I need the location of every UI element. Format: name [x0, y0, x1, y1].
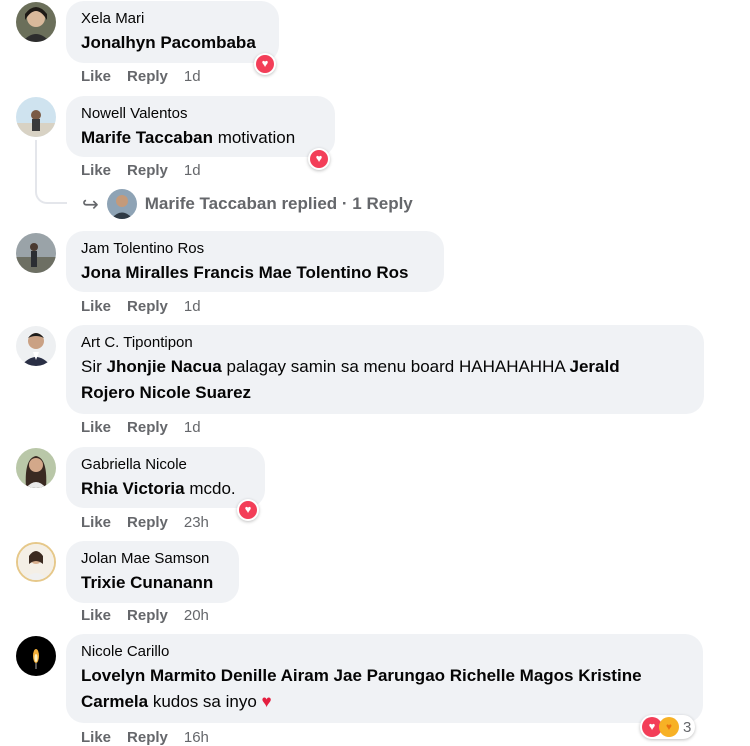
comment-actions: Like Reply 23h — [81, 514, 225, 531]
reply-arrow-icon: ↪ — [82, 193, 99, 216]
comment-actions: Like Reply 16h — [81, 729, 225, 746]
heart-icon: ♥ — [239, 501, 257, 519]
heart-icon: ♥ — [310, 150, 328, 168]
comment-bubble: Xela Mari Jonalhyn Pacombaba — [66, 1, 279, 63]
reaction-summary[interactable]: ♥ ♥ 3 — [640, 715, 696, 739]
comment-author[interactable]: Nowell Valentos — [81, 105, 321, 123]
comment-text: Jonalhyn Pacombaba — [81, 30, 265, 56]
comment-actions: Like Reply 20h — [81, 607, 225, 624]
comment-text-pre: Sir — [81, 357, 107, 376]
comment-text-rest: kudos sa inyo — [148, 692, 262, 711]
like-button[interactable]: Like — [81, 607, 111, 624]
comment-actions: Like Reply 1d — [81, 162, 217, 179]
comment-actions: Like Reply 1d — [81, 298, 217, 315]
thread-line — [35, 140, 67, 204]
comment-author[interactable]: Nicole Carillo — [81, 643, 689, 661]
like-button[interactable]: Like — [81, 419, 111, 436]
comment-bubble: Nowell Valentos Marife Taccaban motivati… — [66, 96, 335, 157]
comment-time[interactable]: 16h — [184, 729, 209, 746]
like-button[interactable]: Like — [81, 162, 111, 179]
mention-link[interactable]: Jhonjie Nacua — [107, 357, 222, 376]
heart-icon: ♥ — [256, 55, 274, 73]
care-emoji-icon: ♥ — [659, 717, 679, 737]
avatar[interactable] — [16, 542, 56, 582]
comment-time[interactable]: 20h — [184, 607, 209, 624]
reply-button[interactable]: Reply — [127, 729, 168, 746]
reaction-count: 3 — [683, 718, 692, 736]
avatar[interactable] — [16, 2, 56, 42]
reply-button[interactable]: Reply — [127, 162, 168, 179]
reply-button[interactable]: Reply — [127, 68, 168, 85]
replier-avatar — [106, 189, 137, 219]
comment-text-rest: motivation — [212, 128, 296, 147]
mention-link[interactable]: Jonalhyn Pacombaba — [81, 33, 256, 52]
comment-actions: Like Reply 1d — [81, 419, 217, 436]
reply-summary[interactable]: Marife Taccaban replied · 1 Reply — [145, 194, 413, 214]
comment-author[interactable]: Gabriella Nicole — [81, 456, 251, 474]
comment-time[interactable]: 1d — [184, 68, 201, 85]
reply-button[interactable]: Reply — [127, 514, 168, 531]
comment-text: Rhia Victoria mcdo. — [81, 476, 251, 502]
comment-text: Jona Miralles Francis Mae Tolentino Ros — [81, 260, 430, 286]
like-button[interactable]: Like — [81, 298, 111, 315]
comment-text-mid: palagay samin sa menu board HAHAHAHHA — [221, 357, 570, 376]
reaction-badge[interactable]: ♥ — [237, 499, 259, 521]
comment-author[interactable]: Xela Mari — [81, 10, 265, 28]
avatar[interactable] — [16, 636, 56, 676]
comment-bubble: Gabriella Nicole Rhia Victoria mcdo. — [66, 447, 265, 508]
mention-link[interactable]: Lovelyn Marmito Denille Airam Jae Parung… — [81, 666, 642, 685]
comment-author[interactable]: Jam Tolentino Ros — [81, 240, 430, 258]
comment-text-rest: mcdo. — [184, 479, 236, 498]
comment-time[interactable]: 1d — [184, 298, 201, 315]
mention-link[interactable]: Marife Taccaban — [81, 128, 213, 147]
view-replies-link[interactable]: ↪ Marife Taccaban replied · 1 Reply — [82, 188, 413, 220]
comment-author[interactable]: Jolan Mae Samson — [81, 550, 225, 568]
comment-text: Trixie Cunanann — [81, 570, 225, 596]
reaction-badge[interactable]: ♥ — [254, 53, 276, 75]
mention-link[interactable]: Trixie Cunanann — [81, 573, 213, 592]
avatar[interactable] — [16, 97, 56, 137]
comment-time[interactable]: 1d — [184, 162, 201, 179]
mention-link[interactable]: Jona Miralles Francis Mae Tolentino Ros — [81, 263, 408, 282]
comment-text: Lovelyn Marmito Denille Airam Jae Parung… — [81, 663, 689, 715]
comment-time[interactable]: 1d — [184, 419, 201, 436]
comment-bubble: Jam Tolentino Ros Jona Miralles Francis … — [66, 231, 444, 292]
reply-button[interactable]: Reply — [127, 607, 168, 624]
avatar[interactable] — [16, 448, 56, 488]
comment-actions: Like Reply 1d — [81, 68, 217, 85]
reaction-badge[interactable]: ♥ — [308, 148, 330, 170]
mention-link[interactable]: Carmela — [81, 692, 148, 711]
like-button[interactable]: Like — [81, 729, 111, 746]
comment-bubble: Art C. Tipontipon Sir Jhonjie Nacua pala… — [66, 325, 704, 414]
reply-button[interactable]: Reply — [127, 419, 168, 436]
reply-button[interactable]: Reply — [127, 298, 168, 315]
comment-bubble: Jolan Mae Samson Trixie Cunanann — [66, 541, 239, 603]
like-button[interactable]: Like — [81, 514, 111, 531]
mention-link[interactable]: Rhia Victoria — [81, 479, 185, 498]
mention-link[interactable]: Rojero Nicole Suarez — [81, 383, 251, 402]
comment-text: Sir Jhonjie Nacua palagay samin sa menu … — [81, 354, 690, 406]
comment-text: Marife Taccaban motivation — [81, 125, 321, 151]
avatar[interactable] — [16, 326, 56, 366]
comment-bubble: Nicole Carillo Lovelyn Marmito Denille A… — [66, 634, 703, 723]
avatar[interactable] — [16, 233, 56, 273]
comment-author[interactable]: Art C. Tipontipon — [81, 334, 690, 352]
red-heart-emoji: ♥ — [261, 692, 272, 711]
like-button[interactable]: Like — [81, 68, 111, 85]
mention-link[interactable]: Jerald — [570, 357, 620, 376]
comment-time[interactable]: 23h — [184, 514, 209, 531]
